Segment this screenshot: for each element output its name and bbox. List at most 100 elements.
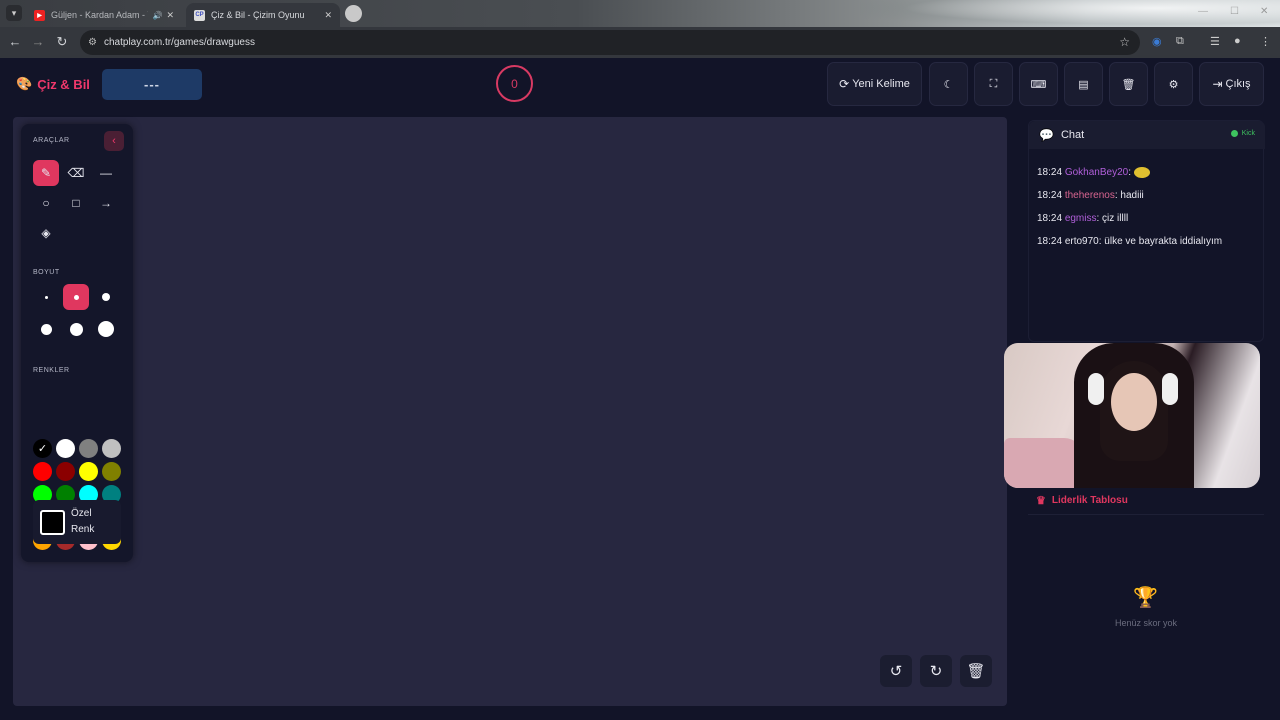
- keyboard-icon: ⌨: [1030, 78, 1047, 91]
- redo-button[interactable]: ↻: [920, 655, 952, 687]
- sign-out-icon: ⇥: [1212, 77, 1223, 91]
- maximize-icon[interactable]: ☐: [1230, 6, 1239, 17]
- eraser-tool[interactable]: ⌫: [63, 160, 89, 186]
- archive-icon: ▤: [1078, 78, 1089, 91]
- close-tab-icon[interactable]: ✕: [166, 10, 174, 21]
- clear-button[interactable]: 🗑: [1109, 62, 1148, 106]
- size-dot: [98, 321, 114, 337]
- tab-title: Güljen - Kardan Adam - Yi: [51, 10, 149, 20]
- color-swatch[interactable]: ✓: [33, 439, 52, 458]
- chat-panel: 💬 Chat Kick 18:24 GokhanBey20: 18:24 the…: [1028, 120, 1265, 342]
- speaker-icon[interactable]: 🔊: [152, 11, 162, 20]
- clear-canvas-button[interactable]: 🗑: [960, 655, 992, 687]
- line-tool[interactable]: —: [93, 160, 119, 186]
- browser-menu-icon[interactable]: ⋮: [1260, 35, 1271, 48]
- chat-header: 💬 Chat Kick: [1029, 121, 1265, 149]
- collapse-panel-button[interactable]: ‹: [104, 131, 124, 151]
- arrow-tool[interactable]: →: [93, 190, 119, 216]
- emote-icon: [1133, 167, 1150, 178]
- chat-message: 18:24 erto970: ülke ve bayrakta iddialıy…: [1037, 236, 1222, 247]
- bookmark-star-icon[interactable]: ☆: [1119, 35, 1130, 49]
- new-word-button[interactable]: ⟳ Yeni Kelime: [827, 62, 922, 106]
- reading-list-icon[interactable]: ☰: [1210, 35, 1220, 48]
- close-window-icon[interactable]: ✕: [1260, 6, 1268, 17]
- undo-button[interactable]: ↺: [880, 655, 912, 687]
- headset-right: [1162, 373, 1178, 405]
- refresh-icon: ⟳: [839, 77, 850, 91]
- leaderboard-empty: Henüz skor yok: [1114, 618, 1178, 628]
- color-swatch[interactable]: [56, 439, 75, 458]
- current-word: ---: [102, 69, 202, 100]
- message-user: erto970: [1064, 236, 1099, 247]
- size-option-6[interactable]: [93, 316, 119, 342]
- back-icon[interactable]: ←: [6, 34, 24, 49]
- color-swatch[interactable]: [79, 439, 98, 458]
- chat-bubbles-icon: 💬: [1039, 128, 1054, 142]
- fill-tool[interactable]: ◈: [33, 220, 59, 246]
- brush-tool[interactable]: ✎: [33, 160, 59, 186]
- rectangle-tool[interactable]: □: [63, 190, 89, 216]
- size-dot: [44, 295, 48, 299]
- forward-icon[interactable]: →: [29, 34, 47, 49]
- tab-title: Çiz & Bil - Çizim Oyunu: [211, 10, 305, 20]
- site-info-icon[interactable]: ⚙: [88, 37, 97, 48]
- archive-button[interactable]: ▤: [1064, 62, 1103, 106]
- leaderboard-title-text: Liderlik Tablosu: [1051, 495, 1128, 506]
- expand-icon: ⛶: [989, 77, 998, 90]
- reload-icon[interactable]: ↻: [53, 34, 71, 50]
- message-text: : ülke ve bayrakta iddialıyım: [1098, 236, 1223, 247]
- message-time: 18:24: [1037, 236, 1063, 247]
- fullscreen-button[interactable]: ⛶: [974, 62, 1013, 106]
- size-option-5[interactable]: [63, 316, 89, 342]
- size-option-4[interactable]: [33, 316, 59, 342]
- browser-tab-inactive[interactable]: ▶ Güljen - Kardan Adam - Yi 🔊 ✕: [26, 3, 182, 27]
- size-option-3[interactable]: [93, 284, 119, 310]
- leaderboard-title: ♛ Liderlik Tablosu: [1036, 494, 1128, 507]
- close-tab-icon[interactable]: ✕: [324, 10, 332, 21]
- chat-title: Chat: [1060, 129, 1085, 141]
- size-option-1[interactable]: [33, 284, 59, 310]
- custom-color-label: Özel Renk: [71, 508, 95, 535]
- circle-tool[interactable]: ○: [33, 190, 59, 216]
- circle-icon: ○: [42, 196, 50, 210]
- trash-icon: 🗑: [966, 663, 986, 680]
- message-user: theherenos: [1064, 190, 1115, 201]
- moon-icon: ☾: [943, 78, 954, 91]
- size-option-2[interactable]: [63, 284, 89, 310]
- settings-button[interactable]: ⚙: [1154, 62, 1193, 106]
- drawing-canvas[interactable]: [13, 117, 1007, 706]
- extensions-puzzle-icon[interactable]: ⧉: [1176, 35, 1184, 48]
- color-swatch[interactable]: [102, 439, 121, 458]
- trash-icon: 🗑: [1121, 78, 1136, 91]
- color-swatch[interactable]: [102, 462, 121, 481]
- paint-bucket-icon: ◈: [41, 226, 51, 240]
- minimize-icon[interactable]: —: [1198, 6, 1208, 17]
- color-swatch[interactable]: [33, 462, 52, 481]
- timer: 0: [496, 65, 533, 102]
- palette-icon: 🎨: [16, 76, 33, 91]
- exit-button[interactable]: ⇥ Çıkış: [1199, 62, 1264, 106]
- keyboard-button[interactable]: ⌨: [1019, 62, 1058, 106]
- tab-search-icon[interactable]: ▾: [6, 5, 22, 21]
- message-text: : hadiii: [1114, 190, 1144, 201]
- app-logo[interactable]: 🎨 Çiz & Bil: [16, 76, 90, 92]
- chatplay-favicon: CP: [194, 9, 205, 21]
- chat-message: 18:24 theherenos: hadiii: [1037, 190, 1144, 201]
- browser-tab-active[interactable]: CP Çiz & Bil - Çizim Oyunu ✕: [186, 3, 340, 27]
- chat-message: 18:24 egmiss: çiz illll: [1037, 213, 1128, 224]
- headset-left: [1088, 373, 1104, 405]
- webcam-overlay: [1004, 343, 1260, 488]
- dark-mode-button[interactable]: ☾: [929, 62, 968, 106]
- new-tab-button[interactable]: [345, 5, 362, 22]
- profile-avatar[interactable]: ●: [1234, 35, 1241, 47]
- color-swatch[interactable]: [79, 462, 98, 481]
- size-dot: [73, 294, 79, 300]
- tools-title: ARAÇLAR: [33, 137, 70, 144]
- extension-icon[interactable]: ◉: [1152, 35, 1162, 48]
- address-bar[interactable]: ⚙ chatplay.com.tr/games/drawguess ☆: [80, 30, 1140, 55]
- redo-icon: ↻: [929, 663, 943, 680]
- browser-toolbar: ← → ↻ ⚙ chatplay.com.tr/games/drawguess …: [0, 27, 1280, 58]
- custom-color-button[interactable]: Özel Renk: [33, 500, 121, 544]
- message-time: 18:24: [1037, 167, 1063, 179]
- color-swatch[interactable]: [56, 462, 75, 481]
